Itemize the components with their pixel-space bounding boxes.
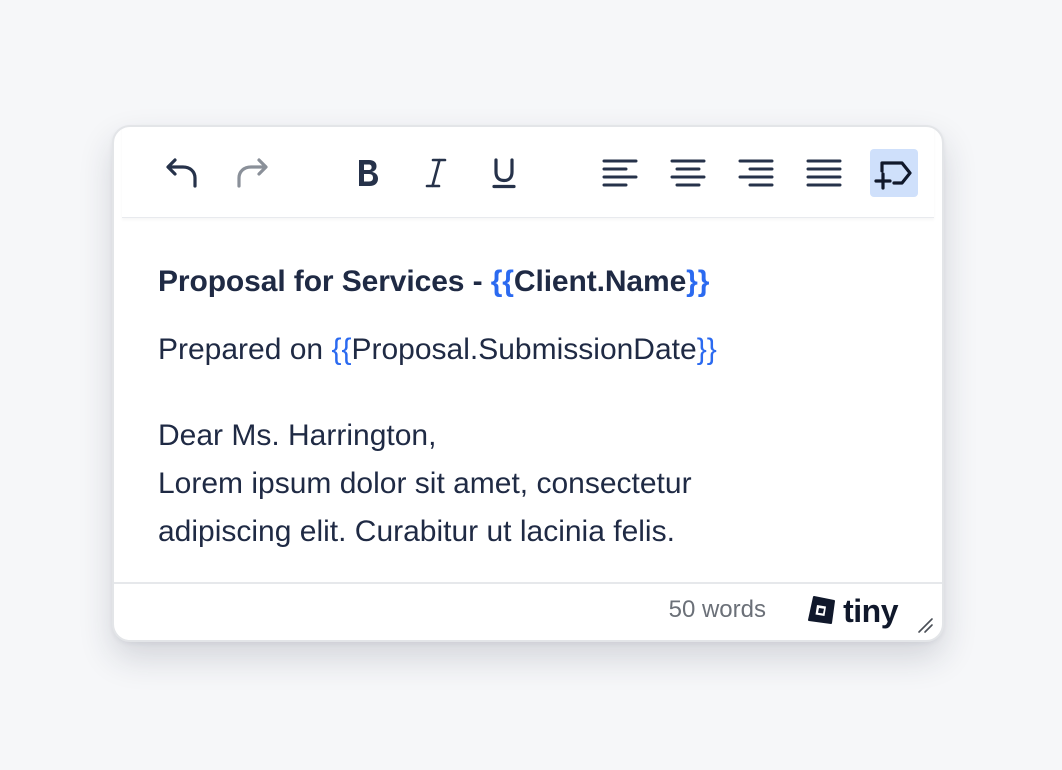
- underline-icon: [492, 158, 516, 189]
- merge-tag-close-brace: }}: [686, 265, 710, 298]
- align-justify-button[interactable]: [800, 149, 848, 197]
- word-count[interactable]: 50 words: [669, 596, 766, 624]
- tiny-logo[interactable]: tiny: [805, 595, 898, 627]
- greeting-text: Dear Ms. Harrington,: [158, 419, 437, 452]
- undo-icon: [166, 158, 197, 188]
- merge-tag-client-name[interactable]: Client.Name: [514, 265, 686, 298]
- document-heading: Proposal for Services - {{Client.Name}}: [158, 265, 709, 299]
- redo-button[interactable]: [228, 149, 276, 197]
- heading-text: Proposal for Services -: [158, 265, 491, 298]
- merge-tag-close-brace: }}: [696, 333, 717, 366]
- status-bar: 50 words tiny: [114, 582, 942, 640]
- letter-body: Dear Ms. Harrington, Lorem ipsum dolor s…: [158, 412, 798, 556]
- align-left-icon: [602, 159, 638, 187]
- editor-toolbar: [122, 127, 934, 218]
- italic-button[interactable]: [412, 149, 460, 197]
- rich-text-editor: Proposal for Services - {{Client.Name}} …: [112, 125, 944, 642]
- merge-tag-open-brace: {{: [331, 333, 352, 366]
- align-right-button[interactable]: [732, 149, 780, 197]
- prepared-on-text: Prepared on: [158, 333, 332, 366]
- merge-tag-submission-date[interactable]: Proposal.SubmissionDate: [352, 333, 697, 366]
- body-text: Lorem ipsum dolor sit amet, consectetur …: [158, 467, 692, 548]
- align-center-button[interactable]: [664, 149, 712, 197]
- align-left-button[interactable]: [596, 149, 644, 197]
- tiny-logo-icon: [808, 596, 836, 624]
- underline-button[interactable]: [480, 149, 528, 197]
- insert-merge-tag-button[interactable]: [870, 149, 918, 197]
- resize-handle-icon[interactable]: [916, 616, 934, 634]
- tiny-logo-text: tiny: [843, 593, 898, 629]
- bold-icon: [359, 160, 378, 186]
- undo-button[interactable]: [158, 149, 206, 197]
- redo-icon: [237, 158, 268, 188]
- merge-tag-open-brace: {{: [490, 265, 514, 298]
- align-right-icon: [738, 159, 774, 187]
- align-center-icon: [670, 159, 706, 187]
- prepared-on-line: Prepared on {{Proposal.SubmissionDate}}: [158, 333, 717, 367]
- bold-button[interactable]: [344, 149, 392, 197]
- merge-tag-icon: [874, 161, 912, 190]
- align-justify-icon: [806, 159, 842, 187]
- italic-icon: [425, 158, 447, 188]
